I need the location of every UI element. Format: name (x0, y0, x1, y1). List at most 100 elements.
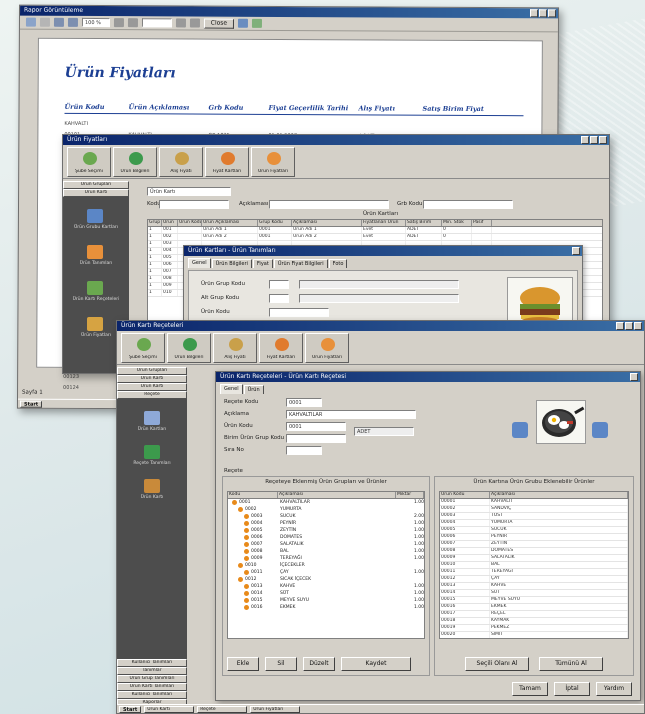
search-icon[interactable] (39, 17, 50, 27)
available-product-row[interactable]: 00015 MEYVE SUYU (440, 597, 628, 604)
left-panel-button[interactable]: Kaydet (341, 657, 411, 671)
tree-node[interactable]: 0004 PEYNİR 1.00 (228, 520, 424, 527)
grid-column-header[interactable]: Fiyatlanan Ürün (362, 220, 406, 226)
dialog-tab[interactable]: Genel (220, 384, 243, 394)
available-product-row[interactable]: 00012 ÇAY (440, 576, 628, 583)
available-product-row[interactable]: 00009 SALATALIK (440, 555, 628, 562)
tree-node[interactable]: 0010 İÇECEKLER (228, 562, 424, 569)
sidebar-tab[interactable]: Ürün Kartı (117, 375, 187, 383)
footer-button[interactable]: İptal (554, 682, 590, 696)
toolbar-folder-button[interactable]: Alış Fiyatı (159, 147, 203, 177)
footer-button[interactable]: Tamam (512, 682, 548, 696)
sidebar-tab[interactable]: Ürün Grupları (63, 181, 129, 189)
available-product-row[interactable]: 00017 REÇEL (440, 611, 628, 618)
grid-column-header[interactable]: Ürün Kodu (178, 220, 202, 226)
toolbar-cake-button[interactable]: Fiyat Kartları (205, 147, 249, 177)
first-page-icon[interactable] (113, 18, 124, 28)
form-field[interactable]: 0001 (286, 422, 346, 431)
maximize-button[interactable] (590, 136, 598, 144)
sidebar-tab[interactable]: Reçete (117, 391, 187, 399)
taskbar-item[interactable]: Reçete (197, 705, 248, 713)
subgroup-code-input[interactable] (269, 294, 289, 303)
remove-image-icon[interactable] (592, 422, 608, 438)
excel-icon[interactable] (251, 18, 262, 28)
toolbar-leaf-button[interactable]: Ürün Bilgileri (167, 333, 211, 363)
tree-node[interactable]: 0014 SÜT 1.00 (228, 590, 424, 597)
toolbar-folder-button[interactable]: Alış Fiyatı (213, 333, 257, 363)
dialog-tab[interactable]: Ürün (243, 385, 264, 394)
grid-column-header[interactable]: Açıklaması (292, 220, 362, 226)
grid-column-header[interactable]: Grup Kodu (258, 220, 292, 226)
available-product-row[interactable]: 00018 KAYMAK (440, 618, 628, 625)
available-product-row[interactable]: 00005 SUCUK (440, 527, 628, 534)
page-field[interactable] (141, 18, 172, 28)
toolbar-tools-button[interactable]: Şube Seçimi (67, 147, 111, 177)
left-panel-button[interactable]: Düzelt (303, 657, 335, 671)
sidebar-tab[interactable]: Ürün Kartı (117, 383, 187, 391)
toolbar-cookie-button[interactable]: Ürün Fiyatları (251, 147, 295, 177)
grid-column-header[interactable]: Grup (148, 220, 162, 226)
tree-node[interactable]: 0001 KAHVALTILAR 1.00 (228, 499, 424, 506)
available-product-row[interactable]: 00004 YUMURTA (440, 520, 628, 527)
grid-column-header[interactable]: Min. Stok (442, 220, 472, 226)
available-product-row[interactable]: 00008 DOMATES (440, 548, 628, 555)
tree-node[interactable]: 0007 SALATALIK 1.00 (228, 541, 424, 548)
taskbar-item[interactable]: Ürün Fiyatları (250, 705, 301, 713)
zoom-field[interactable]: 100 % (81, 17, 110, 28)
group-code-input[interactable] (269, 280, 289, 289)
tree-node[interactable]: 0015 MEYVE SUYU 1.00 (228, 597, 424, 604)
export-icon[interactable] (237, 18, 248, 28)
grid-column-header[interactable]: Ürün (162, 220, 178, 226)
last-page-icon[interactable] (189, 18, 200, 28)
sidebar-bottom-tab[interactable]: Kullanıcı Tanımları (117, 659, 187, 667)
tree-node[interactable]: 0003 SUCUK 2.00 (228, 513, 424, 520)
tree-node[interactable]: 0016 EKMEK 1.00 (228, 604, 424, 611)
footer-button[interactable]: Yardım (596, 682, 632, 696)
dialog-tab[interactable]: Fiyat (252, 259, 273, 268)
taskbar-item[interactable]: Ürün Kartı (144, 705, 195, 713)
add-image-icon[interactable] (512, 422, 528, 438)
close-window-button[interactable] (599, 136, 607, 144)
right-panel-button[interactable]: Seçili Olanı Al (465, 657, 529, 671)
tree-node[interactable]: 0005 ZEYTİN 1.00 (228, 527, 424, 534)
form-field[interactable]: 0001 (286, 398, 322, 407)
grid-column-header[interactable]: Ürün Açıklaması (202, 220, 258, 226)
available-product-row[interactable]: 00006 PEYNİR (440, 534, 628, 541)
page-icon[interactable] (67, 17, 78, 27)
tree-node[interactable]: 0009 TEREYAĞI 1.00 (228, 555, 424, 562)
tree-node[interactable]: 0008 BAL 1.00 (228, 548, 424, 555)
sidebar-bottom-tab[interactable]: Ürün Kartı Tanımları (117, 683, 187, 691)
available-product-row[interactable]: 00001 KAHVALTI (440, 499, 628, 506)
tree-node[interactable]: 0012 SICAK İÇECEK (228, 576, 424, 583)
start-button[interactable]: Start (19, 400, 43, 408)
product-code-input[interactable] (269, 308, 329, 317)
start-button[interactable]: Start (119, 705, 142, 713)
minimize-button[interactable] (530, 9, 539, 18)
tree-node[interactable]: 0011 ÇAY 1.00 (228, 569, 424, 576)
next-page-icon[interactable] (175, 18, 186, 28)
dialog-tab[interactable]: Ürün Bilgileri (211, 259, 252, 268)
available-product-row[interactable]: 00020 SİMİT (440, 632, 628, 638)
right-panel-button[interactable]: Tümünü Al (539, 657, 603, 671)
product-definition-icon[interactable] (87, 245, 103, 259)
dialog-tab[interactable]: Foto (328, 259, 348, 268)
close-window-button[interactable] (634, 322, 642, 330)
recipe-definition-icon[interactable] (144, 445, 160, 459)
form-field[interactable] (286, 446, 322, 455)
recipe-icon[interactable] (87, 281, 103, 295)
filter-code-input[interactable] (159, 200, 229, 209)
minimize-button[interactable] (581, 136, 589, 144)
available-product-row[interactable]: 00019 PEKMEZ (440, 625, 628, 632)
sidebar-bottom-tab[interactable]: Ürün Grup Tanımları (117, 675, 187, 683)
product-cards-icon[interactable] (144, 411, 160, 425)
grid-row[interactable]: 1 001 Ürün Adı 1 0001 Ürün Adı 1 Evet ADET 0 (148, 227, 602, 234)
left-panel-button[interactable]: Ekle (227, 657, 259, 671)
sidebar-bottom-tab[interactable]: Tanımlar (117, 667, 187, 675)
available-product-row[interactable]: 00003 TOST (440, 513, 628, 520)
available-product-row[interactable]: 00010 BAL (440, 562, 628, 569)
grid-column-header[interactable]: Pasif (472, 220, 492, 226)
toolbar-leaf-button[interactable]: Ürün Bilgileri (113, 147, 157, 177)
available-product-row[interactable]: 00002 SANDVİÇ (440, 506, 628, 513)
available-product-row[interactable]: 00013 KAHVE (440, 583, 628, 590)
available-product-row[interactable]: 00014 SÜT (440, 590, 628, 597)
